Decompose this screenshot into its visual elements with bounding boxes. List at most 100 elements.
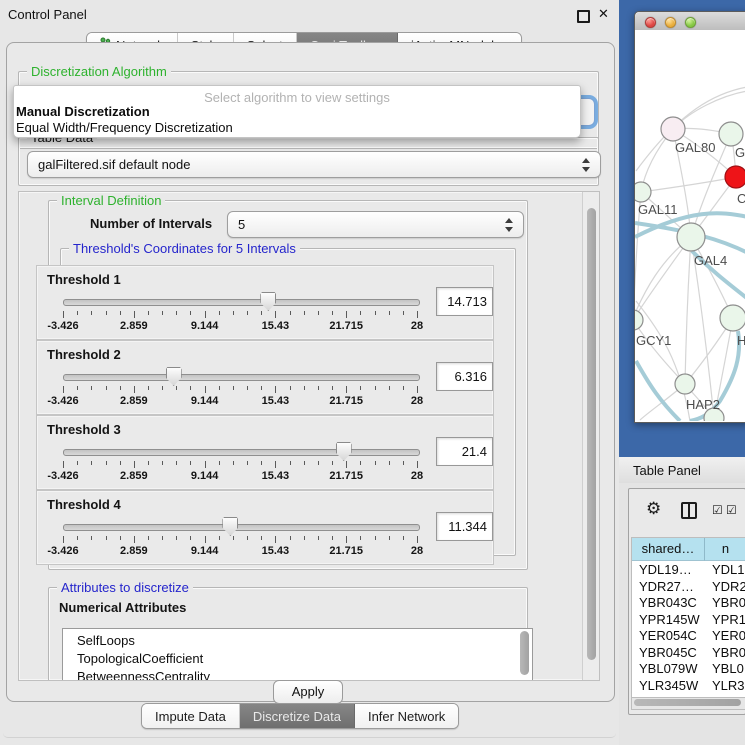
attributes-group-title: Attributes to discretize <box>57 580 193 595</box>
settings-viewport: Interval Definition Number of Intervals … <box>18 191 600 681</box>
network-graph <box>635 30 745 421</box>
numerical-attributes-list[interactable]: SelfLoopsTopologicalCoefficientBetweenne… <box>62 628 533 681</box>
table-row[interactable]: YBR045C YBR0 <box>632 645 745 662</box>
slider-tick-label: 21.715 <box>321 395 371 407</box>
table-row[interactable]: YPR145W YPR1 <box>632 612 745 629</box>
network-node[interactable] <box>635 310 643 330</box>
discretization-algorithm-group-title: Discretization Algorithm <box>27 64 171 79</box>
thresholds-group-title: Threshold's Coordinates for 5 Intervals <box>69 241 300 256</box>
table-row[interactable]: YER054CYER0 <box>632 628 745 645</box>
network-node-label: HAP2 <box>686 397 720 412</box>
network-node[interactable] <box>719 122 743 146</box>
cell-shared-name: YPR145W <box>639 612 705 627</box>
table-panel-frame: ⚙ ☑ ☑ shared… n YDL19…YDL1YDR27…YDR2YBR0… <box>628 488 745 715</box>
network-window-titlebar[interactable] <box>635 12 745 31</box>
slider-tick-label: 28 <box>392 395 442 407</box>
tab-label: Impute Data <box>155 709 226 724</box>
threshold-value-field[interactable]: 14.713 <box>436 287 493 316</box>
table-row[interactable]: YLR345W YLR3 <box>632 678 745 695</box>
table-row[interactable]: YDR27…YDR2 <box>632 579 745 596</box>
panel-title: Control Panel <box>8 7 87 22</box>
cell-name: YBR0 <box>712 645 745 660</box>
network-node[interactable] <box>720 305 745 331</box>
checkbox-icon[interactable]: ☑ <box>726 503 737 517</box>
slider-tick-label: 28 <box>392 320 442 332</box>
control-panel: Control Panel ✕ NetworkStyleSelectCyni T… <box>0 0 619 745</box>
column-header-name[interactable]: n <box>705 538 745 561</box>
slider-tick-label: -3.426 <box>38 470 88 482</box>
network-node[interactable] <box>635 182 651 202</box>
control-panel-titlebar: Control Panel ✕ <box>0 0 619 28</box>
threshold-slider-thumb[interactable] <box>222 517 238 536</box>
attributes-list-scrollbar[interactable] <box>520 631 529 675</box>
slider-tick-label: 9.144 <box>180 320 230 332</box>
float-window-icon[interactable] <box>577 10 590 23</box>
slider-tick-label: 15.43 <box>250 470 300 482</box>
mac-zoom-icon[interactable] <box>685 17 696 28</box>
network-node[interactable] <box>675 374 695 394</box>
gear-icon[interactable]: ⚙ <box>646 500 661 517</box>
network-node[interactable] <box>677 223 705 251</box>
network-node[interactable] <box>725 166 745 188</box>
threshold-slider-track[interactable] <box>63 299 420 306</box>
threshold-slider-thumb[interactable] <box>336 442 352 461</box>
threshold-slider-thumb[interactable] <box>260 292 276 311</box>
tab-infer-network[interactable]: Infer Network <box>355 704 458 728</box>
attribute-item[interactable]: TopologicalCoefficient <box>77 650 203 668</box>
number-of-intervals-label: Number of Intervals <box>90 216 212 231</box>
settings-scrollbar-track <box>582 192 600 680</box>
popup-prompt: Select algorithm to view settings <box>14 90 580 105</box>
cell-name: YPR1 <box>712 612 745 627</box>
network-canvas[interactable]: GAL80GCGAL11GAL4GCY1HHAP2 <box>635 30 745 421</box>
bottom-tab-bar: Impute Data Discretize DataInfer Network <box>141 703 459 729</box>
threshold-value-field[interactable]: 6.316 <box>436 362 493 391</box>
cell-shared-name: YLR345W <box>639 678 705 693</box>
tab-discretize-data[interactable]: Discretize Data <box>240 704 355 728</box>
popup-item-equal-width-frequency[interactable]: Equal Width/Frequency Discretization <box>16 120 576 135</box>
threshold-value-field[interactable]: 11.344 <box>436 512 493 541</box>
mac-close-icon[interactable] <box>645 17 656 28</box>
cell-shared-name: YDL19… <box>639 562 705 577</box>
checkbox-icon[interactable]: ☑ <box>712 503 723 517</box>
cell-name: YLR3 <box>712 678 745 693</box>
network-node-label: G <box>735 145 745 160</box>
tab-impute-data[interactable]: Impute Data <box>142 704 240 728</box>
slider-tick-label: 21.715 <box>321 545 371 557</box>
number-of-intervals-combobox[interactable]: 5 <box>227 211 524 238</box>
columns-icon[interactable] <box>681 502 697 519</box>
slider-tick-label: 2.859 <box>109 320 159 332</box>
table-panel-titlebar: Table Panel <box>619 457 745 483</box>
slider-tick-label: 9.144 <box>180 545 230 557</box>
threshold-slider-thumb[interactable] <box>166 367 182 386</box>
table-row[interactable]: YBL079WYBL0 <box>632 661 745 678</box>
table-row[interactable]: YBR043CYBR0 <box>632 595 745 612</box>
table-hscrollbar-thumb[interactable] <box>634 699 741 706</box>
cyni-toolbox-panel: Discretization Algorithm Table Data galF… <box>6 42 615 702</box>
network-node-label: H <box>737 333 745 348</box>
settings-scrollbar-thumb[interactable] <box>587 208 596 660</box>
attribute-item[interactable]: SelfLoops <box>77 632 135 650</box>
cell-shared-name: YBR045C <box>639 645 705 660</box>
network-node-label: GAL11 <box>638 202 678 217</box>
slider-tick-label: 2.859 <box>109 395 159 407</box>
cell-name: YBL0 <box>712 661 745 676</box>
network-node[interactable] <box>661 117 685 141</box>
algorithm-popup: Select algorithm to view settings Manual… <box>13 85 581 138</box>
slider-tick-label: 21.715 <box>321 320 371 332</box>
table-row[interactable]: YDL19…YDL1 <box>632 562 745 579</box>
threshold-slider-track[interactable] <box>63 449 420 456</box>
column-header-shared[interactable]: shared… <box>632 538 705 561</box>
threshold-slider-track[interactable] <box>63 524 420 531</box>
threshold-value-field[interactable]: 21.4 <box>436 437 493 466</box>
attribute-item[interactable]: BetweennessCentrality <box>77 668 210 681</box>
threshold-slider-track[interactable] <box>63 374 420 381</box>
mac-minimize-icon[interactable] <box>665 17 676 28</box>
threshold-row-3: Threshold 3-3.4262.8599.14415.4321.71528… <box>36 415 494 490</box>
network-node-label: GCY1 <box>636 333 671 348</box>
threshold-row-4: Threshold 4-3.4262.8599.14415.4321.71528… <box>36 490 494 565</box>
apply-button[interactable]: Apply <box>273 680 343 704</box>
popup-item-manual-discretization[interactable]: Manual Discretization <box>16 104 576 119</box>
table-data-combobox[interactable]: galFiltered.sif default node <box>27 151 601 178</box>
close-icon[interactable]: ✕ <box>598 6 609 22</box>
cell-shared-name: YDR27… <box>639 579 705 594</box>
